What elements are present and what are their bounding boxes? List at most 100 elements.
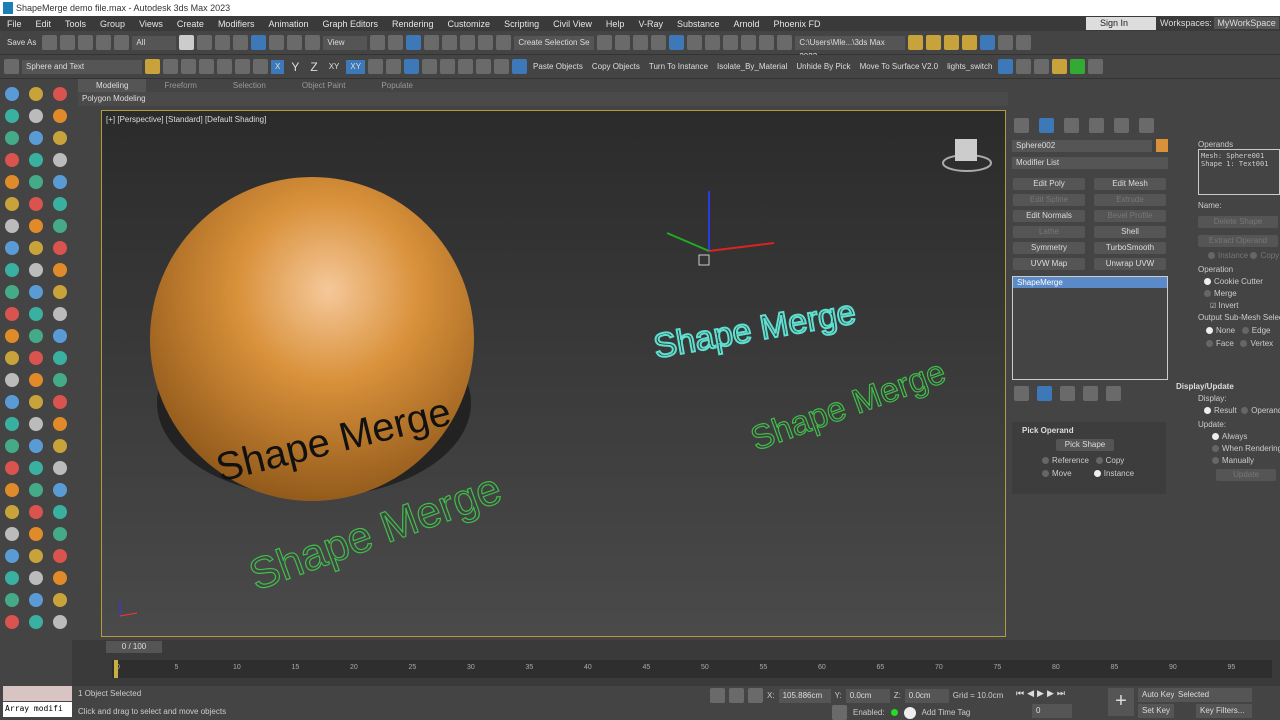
axis-y-button[interactable]: Y: [287, 60, 303, 74]
menu-tools[interactable]: Tools: [58, 19, 93, 29]
left-tool-67-icon[interactable]: [5, 571, 19, 585]
left-tool-72-icon[interactable]: [53, 593, 67, 607]
edge-radio[interactable]: [1241, 327, 1249, 335]
left-tool-70-icon[interactable]: [5, 593, 19, 607]
script-isolate-by-material[interactable]: Isolate_By_Material: [714, 62, 790, 71]
menu-civil-view[interactable]: Civil View: [546, 19, 599, 29]
menu-file[interactable]: File: [0, 19, 29, 29]
left-tool-68-icon[interactable]: [29, 571, 43, 585]
go-to-start-icon[interactable]: ⏮: [1016, 688, 1024, 699]
snap-tool-8-icon[interactable]: [494, 59, 510, 74]
forest-pack-icon[interactable]: [1052, 59, 1068, 74]
menu-graph-editors[interactable]: Graph Editors: [315, 19, 385, 29]
modifier-button-shell[interactable]: Shell: [1094, 226, 1166, 238]
place-icon[interactable]: [305, 35, 321, 50]
left-tool-14-icon[interactable]: [29, 175, 43, 189]
operands-list[interactable]: Mesh: Sphere001 Shape 1: Text001: [1198, 149, 1280, 195]
modifier-button-extrude[interactable]: Extrude: [1094, 194, 1166, 206]
left-tool-45-icon[interactable]: [53, 395, 67, 409]
set-key-button[interactable]: Set Key: [1138, 704, 1175, 718]
display-tab-icon[interactable]: [1114, 118, 1129, 133]
left-tool-42-icon[interactable]: [53, 373, 67, 387]
left-tool-55-icon[interactable]: [5, 483, 19, 497]
modifier-button-edit-mesh[interactable]: Edit Mesh: [1094, 178, 1166, 190]
left-tool-23-icon[interactable]: [29, 241, 43, 255]
edit-named-sets-icon[interactable]: [496, 35, 512, 50]
snap-tool-9-icon[interactable]: [512, 59, 528, 74]
script-unhide-by-pick[interactable]: Unhide By Pick: [793, 62, 853, 71]
left-tool-38-icon[interactable]: [29, 351, 43, 365]
delete-shape-button[interactable]: Delete Shape: [1198, 216, 1278, 228]
auto-key-button[interactable]: Auto Key: [1138, 688, 1179, 702]
left-tool-53-icon[interactable]: [29, 461, 43, 475]
instance-radio[interactable]: [1093, 470, 1101, 478]
left-tool-5-icon[interactable]: [29, 109, 43, 123]
script-move-to-surface[interactable]: Move To Surface V2.0: [857, 62, 942, 71]
left-tool-11-icon[interactable]: [29, 153, 43, 167]
script-turn-to-instance[interactable]: Turn To Instance: [646, 62, 711, 71]
pick-operand-title[interactable]: Pick Operand: [1012, 422, 1166, 439]
menu-edit[interactable]: Edit: [29, 19, 59, 29]
left-tool-62-icon[interactable]: [29, 527, 43, 541]
snap-tool-3-icon[interactable]: [404, 59, 420, 74]
layer-manager-icon[interactable]: [4, 59, 19, 74]
current-frame-field[interactable]: 0: [1032, 704, 1072, 718]
left-tool-26-icon[interactable]: [29, 263, 43, 277]
left-tool-27-icon[interactable]: [53, 263, 67, 277]
material-editor-icon[interactable]: [723, 35, 739, 50]
snap-circle-icon[interactable]: [253, 59, 268, 74]
left-tool-29-icon[interactable]: [29, 285, 43, 299]
left-tool-18-icon[interactable]: [53, 197, 67, 211]
merge-radio[interactable]: [1204, 290, 1211, 298]
search-icon[interactable]: [1016, 35, 1032, 50]
script-copy-objects[interactable]: Copy Objects: [589, 62, 643, 71]
perspective-viewport[interactable]: [+] [Perspective] [Standard] [Default Sh…: [101, 110, 1006, 637]
left-tool-41-icon[interactable]: [29, 373, 43, 387]
workspace-select[interactable]: MyWorkSpace: [1214, 17, 1279, 29]
vertex-radio[interactable]: [1240, 340, 1248, 348]
x-field[interactable]: 105.886cm: [778, 688, 831, 703]
tab-object-paint[interactable]: Object Paint: [284, 79, 364, 92]
sign-in-button[interactable]: Sign In: [1086, 17, 1156, 30]
utilities-tab-icon[interactable]: [1139, 118, 1154, 133]
show-end-result-icon[interactable]: [1037, 386, 1052, 401]
table-icon[interactable]: [1034, 59, 1050, 74]
result-radio[interactable]: [1204, 407, 1211, 415]
axis-x-button[interactable]: X: [271, 59, 285, 74]
reference-radio[interactable]: [1042, 457, 1049, 465]
object-color-swatch[interactable]: [1156, 139, 1168, 152]
window-crossing-icon[interactable]: [233, 35, 249, 50]
layer-select[interactable]: Sphere and Text: [22, 59, 142, 74]
render-setup-icon[interactable]: [741, 35, 757, 50]
left-tool-50-icon[interactable]: [29, 439, 43, 453]
key-mode-select[interactable]: Selected: [1174, 688, 1252, 702]
create-tab-icon[interactable]: [1014, 118, 1029, 133]
percent-snap-icon[interactable]: [460, 35, 476, 50]
modifier-button-edit-normals[interactable]: Edit Normals: [1013, 210, 1085, 222]
script-paste-objects[interactable]: Paste Objects: [530, 62, 586, 71]
help-icon[interactable]: [998, 35, 1014, 50]
left-tool-54-icon[interactable]: [53, 461, 67, 475]
left-tool-3-icon[interactable]: [53, 87, 67, 101]
menu-group[interactable]: Group: [93, 19, 132, 29]
set-current-layer-icon[interactable]: [199, 59, 214, 74]
menu-help[interactable]: Help: [599, 19, 632, 29]
reference-coord-select[interactable]: View: [323, 35, 368, 50]
modifier-button-unwrap-uvw[interactable]: Unwrap UVW: [1094, 258, 1166, 270]
modifier-button-symmetry[interactable]: Symmetry: [1013, 242, 1085, 254]
stack-item-shapemerge[interactable]: ShapeMerge: [1013, 277, 1167, 288]
snap-grid-icon[interactable]: [217, 59, 232, 74]
isolate-icon[interactable]: [710, 688, 725, 703]
left-tool-7-icon[interactable]: [5, 131, 19, 145]
update-button[interactable]: Update: [1216, 469, 1276, 481]
y-field[interactable]: 0.0cm: [845, 688, 890, 703]
left-tool-10-icon[interactable]: [5, 153, 19, 167]
left-tool-69-icon[interactable]: [53, 571, 67, 585]
left-tool-75-icon[interactable]: [53, 615, 67, 629]
always-radio[interactable]: [1212, 433, 1219, 441]
spinner-snap-icon[interactable]: [478, 35, 494, 50]
left-tool-6-icon[interactable]: [53, 109, 67, 123]
project-path-select[interactable]: C:\Users\Mle...\3ds Max 2023: [795, 35, 906, 61]
mirror-icon[interactable]: [597, 35, 613, 50]
none-radio[interactable]: [1206, 327, 1213, 335]
